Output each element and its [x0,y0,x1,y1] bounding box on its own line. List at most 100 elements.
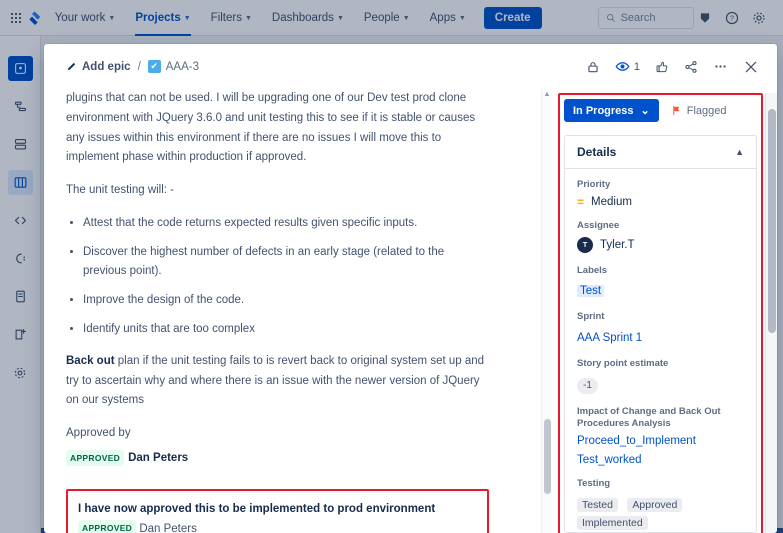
field-label: Impact of Change and Back Out Procedures… [577,405,721,430]
assignee-value: Tyler.T [600,238,635,251]
status-row: In Progress ⌄ Flagged [564,99,757,122]
backout-rest-text: plan if the unit testing fails to is rev… [66,354,485,407]
details-inner: In Progress ⌄ Flagged Details ▲ Priority… [564,99,757,533]
chevron-down-icon: ▼ [183,15,191,22]
jira-logo-icon[interactable] [27,6,43,30]
top-navigation-bar: Your work ▼ Projects ▼ Filters ▼ Dashboa… [0,0,783,36]
field-label: Priority [577,179,611,190]
lock-icon[interactable] [586,60,600,74]
field-value[interactable]: T Tyler.T [577,236,744,253]
help-icon[interactable]: ? [725,11,739,25]
issue-description-panel: plugins that can not be used. I will be … [44,89,497,533]
impact-link[interactable]: Proceed_to_Implement [577,435,696,447]
add-item-icon[interactable] [8,322,33,347]
field-priority: Priority = Medium [577,179,744,208]
scroll-up-arrow-icon[interactable]: ▲ [544,89,551,100]
field-impact-analysis: Impact of Change and Back Out Procedures… [577,406,744,467]
pages-icon[interactable] [8,284,33,309]
nav-your-work[interactable]: Your work ▼ [47,0,124,36]
chevron-down-icon: ▼ [108,15,116,22]
watch-eye-icon [615,62,630,71]
thumbs-up-icon[interactable] [655,60,669,74]
details-scrollbar[interactable] [765,93,777,533]
grid-apps-icon[interactable] [9,7,23,29]
more-actions-icon[interactable] [713,59,728,74]
search-icon [606,13,615,22]
scrollbar-thumb[interactable] [768,109,776,333]
field-label: Sprint [577,311,605,323]
field-value[interactable]: AAA Sprint 1 [577,328,744,346]
label-chip[interactable]: Test [577,285,605,298]
impact-link[interactable]: Test_worked [577,454,642,466]
nav-filters[interactable]: Filters ▼ [203,0,260,36]
details-fields: Priority = Medium Assignee T Tyler.T Lab… [565,169,756,531]
nav-apps-label: Apps [429,11,456,24]
approved-by-label: Approved by [66,427,131,440]
priority-medium-icon: = [577,194,585,209]
nav-people[interactable]: People ▼ [356,0,418,36]
nav-right-actions: ? [698,11,774,25]
flagged-label: Flagged [686,104,727,117]
roadmap-icon[interactable] [8,94,33,119]
field-value[interactable]: = Medium [577,196,744,208]
chevron-up-icon[interactable]: ▲ [735,147,744,157]
board-icon[interactable] [7,170,33,195]
list-item: Improve the design of the code. [83,291,489,309]
modal-header: Add epic / ✔ AAA-3 1 [44,44,777,89]
project-settings-icon[interactable] [8,360,33,385]
field-value[interactable]: -1 [577,375,744,394]
nav-dashboards[interactable]: Dashboards ▼ [264,0,352,36]
approval-comment-text: I have now approved this to be implement… [78,502,436,515]
testing-tag[interactable]: Implemented [577,516,648,530]
modal-header-actions: 1 [586,59,759,75]
approval-row: APPROVED Dan Peters [66,449,489,469]
field-value: Tested Approved Implemented [577,495,744,531]
approval-comment-author: Dan Peters [139,522,197,533]
list-item: Attest that the code returns expected re… [83,214,489,232]
task-type-icon: ✔ [147,60,161,73]
project-avatar-icon[interactable] [7,56,33,81]
add-epic-label: Add epic [82,60,131,73]
field-label: Labels [577,264,608,276]
issue-key-link[interactable]: ✔ AAA-3 [147,60,199,73]
details-header[interactable]: Details ▲ [565,136,756,169]
issue-details-panel: In Progress ⌄ Flagged Details ▲ Priority… [558,93,777,533]
nav-projects-label: Projects [135,11,181,24]
share-icon[interactable] [684,60,698,74]
scrollbar-thumb[interactable] [544,419,551,494]
breadcrumb-separator: / [137,60,141,73]
sprint-link[interactable]: AAA Sprint 1 [577,332,642,344]
code-icon[interactable] [8,208,33,233]
status-dropdown-button[interactable]: In Progress ⌄ [564,99,659,122]
issue-detail-modal: Add epic / ✔ AAA-3 1 plugins that can no… [44,44,777,533]
search-placeholder-text: Search [620,11,656,24]
nav-projects[interactable]: Projects ▼ [127,0,198,36]
backlog-icon[interactable] [8,132,33,157]
nav-your-work-label: Your work [54,11,106,24]
field-value[interactable]: Test [577,281,744,299]
add-epic-button[interactable]: Add epic [66,61,131,73]
approved-badge: APPROVED [66,449,125,467]
details-card: Details ▲ Priority = Medium Assignee T T… [564,135,757,533]
list-item: Discover the highest number of defects i… [83,243,489,280]
settings-icon[interactable] [752,11,766,25]
create-button[interactable]: Create [483,6,542,29]
description-content: plugins that can not be used. I will be … [66,89,489,469]
backout-paragraph: Back out plan if the unit testing fails … [66,352,489,411]
priority-value: Medium [591,195,632,208]
chevron-down-icon: ▼ [458,15,466,22]
nav-people-label: People [363,11,400,24]
field-sprint: Sprint AAA Sprint 1 [577,311,744,346]
watch-control[interactable]: 1 [615,59,640,74]
status-label: In Progress [573,104,634,117]
field-label: Testing [577,478,611,490]
releases-icon[interactable] [8,246,33,271]
close-icon[interactable] [743,59,759,75]
notifications-icon[interactable] [698,11,712,25]
testing-tag[interactable]: Tested [577,498,618,512]
nav-apps[interactable]: Apps ▼ [422,0,474,36]
chevron-down-icon: ▼ [402,15,410,22]
testing-tag[interactable]: Approved [627,498,683,512]
description-scrollbar[interactable]: ▲ [541,89,552,533]
search-input[interactable]: Search [597,6,694,29]
